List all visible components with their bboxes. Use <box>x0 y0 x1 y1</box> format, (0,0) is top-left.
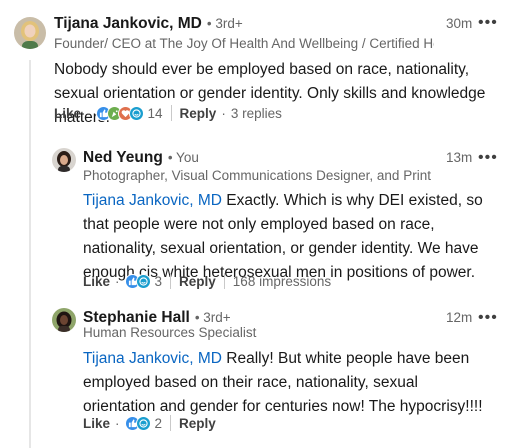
reply-text: Tijana Jankovic, MD Really! But white pe… <box>83 347 488 419</box>
reply-actions: Like · 3 Reply 168 impressions <box>83 271 331 291</box>
funny-reaction-icon <box>135 273 151 289</box>
reply: Stephanie Hall • 3rd+ Human Resources Sp… <box>0 300 515 448</box>
funny-reaction-icon <box>135 415 151 431</box>
reaction-count[interactable]: 2 <box>155 416 163 431</box>
more-options-icon[interactable]: ••• <box>478 310 498 326</box>
divider <box>223 273 225 289</box>
reply-button[interactable]: Reply <box>179 416 216 431</box>
comment-actions: Like · 14 Reply · 3 replies <box>54 103 282 123</box>
avatar[interactable] <box>14 17 46 49</box>
reaction-count[interactable]: 14 <box>148 106 163 121</box>
connection-degree: • You <box>167 150 199 165</box>
reactions-summary[interactable] <box>95 105 144 121</box>
separator-dot: · <box>115 415 120 431</box>
author-headline: Photographer, Visual Communications Desi… <box>83 168 433 183</box>
replies-link[interactable]: 3 replies <box>231 106 282 121</box>
avatar[interactable] <box>52 308 76 332</box>
reply: Ned Yeung • You Photographer, Visual Com… <box>0 140 515 300</box>
like-button[interactable]: Like <box>83 274 110 289</box>
divider <box>170 273 172 289</box>
separator-dot: · <box>86 105 91 121</box>
reply-button[interactable]: Reply <box>179 274 216 289</box>
separator-dot: · <box>115 273 120 289</box>
divider <box>170 415 172 431</box>
author-name[interactable]: Tijana Jankovic, MD <box>54 15 202 33</box>
reactions-summary[interactable] <box>124 273 151 289</box>
mention-link[interactable]: Tijana Jankovic, MD <box>83 350 222 367</box>
reply-actions: Like · 2 Reply <box>83 413 216 433</box>
reactions-summary[interactable] <box>124 415 151 431</box>
divider <box>170 105 172 121</box>
author-headline: Founder/ CEO at The Joy Of Health And We… <box>54 36 434 51</box>
more-options-icon[interactable]: ••• <box>478 150 498 166</box>
reaction-count[interactable]: 3 <box>155 274 163 289</box>
comment-header: Tijana Jankovic, MD • 3rd+ <box>54 15 243 33</box>
connection-degree: • 3rd+ <box>206 16 243 31</box>
comment: Tijana Jankovic, MD • 3rd+ Founder/ CEO … <box>0 0 515 130</box>
like-button[interactable]: Like <box>83 416 110 431</box>
timestamp: 12m <box>446 310 473 325</box>
more-options-icon[interactable]: ••• <box>478 15 498 31</box>
reply-button[interactable]: Reply <box>180 106 217 121</box>
funny-reaction-icon <box>128 105 144 121</box>
timestamp: 13m <box>446 150 473 165</box>
author-headline: Human Resources Specialist <box>83 325 257 340</box>
avatar[interactable] <box>52 148 76 172</box>
reply-header: Ned Yeung • You <box>83 149 199 167</box>
impressions-count: 168 impressions <box>232 273 332 289</box>
like-button[interactable]: Like <box>54 106 81 121</box>
author-name[interactable]: Ned Yeung <box>83 149 163 167</box>
mention-link[interactable]: Tijana Jankovic, MD <box>83 192 222 209</box>
separator-dot: · <box>221 105 226 121</box>
timestamp: 30m <box>446 16 473 31</box>
connection-degree: • 3rd+ <box>194 310 231 325</box>
